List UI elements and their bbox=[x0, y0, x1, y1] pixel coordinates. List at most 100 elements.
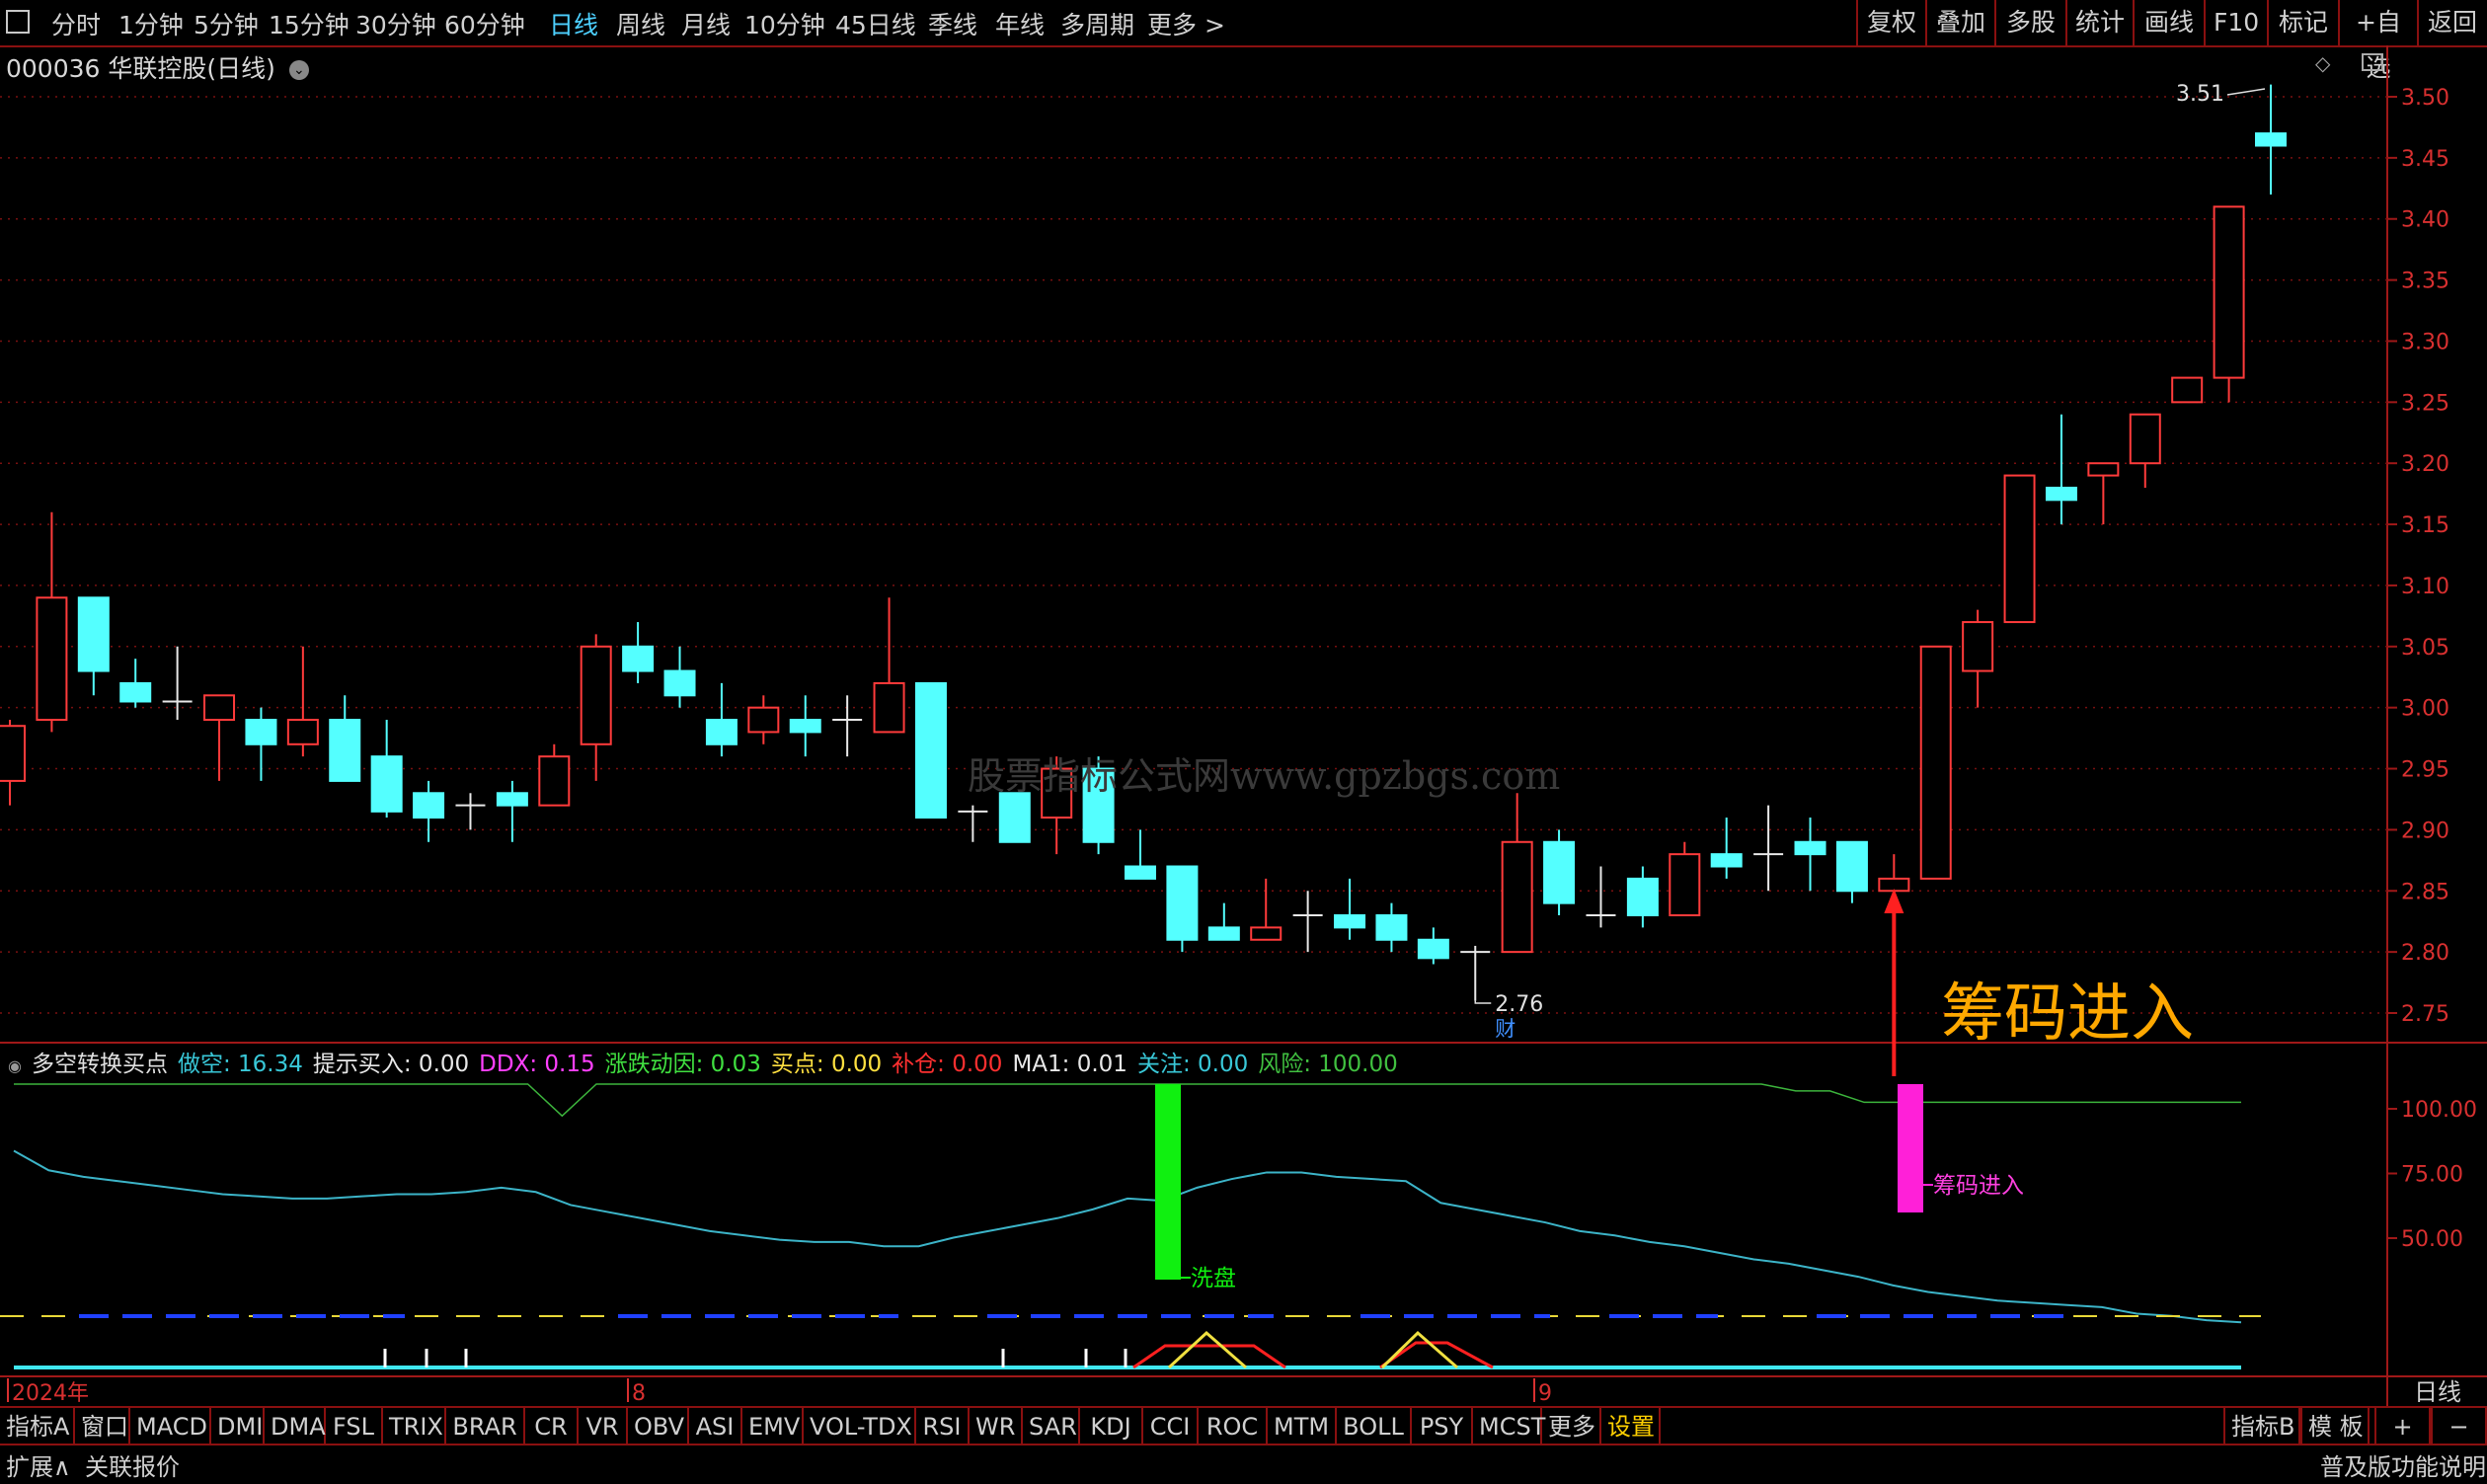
indicator-field: 补仓: 0.00 bbox=[892, 1052, 1003, 1077]
price-tick-label: 2.90 bbox=[2401, 819, 2449, 843]
candle-body bbox=[1166, 865, 1199, 941]
signal-shape bbox=[1167, 1330, 1247, 1369]
candle-body bbox=[705, 719, 738, 745]
indicator-tick-label: 50.00 bbox=[2401, 1227, 2463, 1252]
candle-body bbox=[2087, 462, 2120, 477]
price-tick-label: 2.85 bbox=[2401, 880, 2449, 904]
price-tick-label: 3.45 bbox=[2401, 147, 2449, 172]
indicator-field: 买点: 0.00 bbox=[770, 1052, 883, 1077]
indicator-field: 风险: 100.00 bbox=[1258, 1052, 1398, 1077]
period-label: 日线 bbox=[2414, 1378, 2461, 1406]
signal-shape bbox=[1380, 1330, 1458, 1369]
indicator-tab[interactable]: BRAR bbox=[446, 1408, 525, 1445]
candle-body bbox=[622, 645, 655, 672]
indicator-menu-icon[interactable]: ◉ bbox=[8, 1056, 22, 1075]
indicator-tab[interactable]: DMI bbox=[211, 1408, 265, 1445]
chart-canvas[interactable]: 3.50 3.45 3.40 3.35 3.30 3.25 3.20 3.15 3.10 3.05… bbox=[0, 0, 2487, 1482]
price-tick-label: 3.25 bbox=[2401, 391, 2449, 416]
indicator-field: 提示买入: 0.00 bbox=[312, 1052, 470, 1077]
low-price-label: 2.76 bbox=[1495, 992, 1543, 1017]
indicator-tab[interactable]: FSL bbox=[326, 1408, 383, 1445]
candle-body bbox=[1375, 914, 1408, 941]
price-tick-label: 3.40 bbox=[2401, 208, 2449, 233]
tab-right-button[interactable]: − bbox=[2431, 1408, 2487, 1445]
arrow-head-icon bbox=[1884, 889, 1904, 913]
indicator-tick-label: 100.00 bbox=[2401, 1098, 2477, 1123]
indicator-name[interactable]: 多空转换买点 bbox=[32, 1052, 168, 1077]
candle-body bbox=[77, 596, 110, 672]
indicator-tab[interactable]: MACD bbox=[130, 1408, 211, 1445]
watermark: 股票指标公式网www.gpzbgs.com bbox=[968, 754, 1561, 798]
indicator-tab[interactable]: ASI bbox=[689, 1408, 742, 1445]
tab-right-button[interactable]: + bbox=[2374, 1408, 2431, 1445]
linked-quote-button[interactable]: 关联报价 bbox=[85, 1447, 180, 1482]
tab-right-button[interactable]: 指标B bbox=[2223, 1408, 2300, 1445]
indicator-tab[interactable]: 指标A bbox=[0, 1408, 75, 1445]
date-label-year: 2024年 bbox=[12, 1381, 89, 1406]
price-tick-label: 3.05 bbox=[2401, 636, 2449, 661]
indicator-tab[interactable]: VR bbox=[579, 1408, 628, 1445]
candle-body bbox=[1417, 938, 1449, 960]
indicator-tab[interactable]: DMA bbox=[265, 1408, 326, 1445]
arrow-icon bbox=[2226, 88, 2266, 96]
price-tick-label: 2.80 bbox=[2401, 941, 2449, 966]
candle-body bbox=[119, 681, 152, 703]
indicator-field: 关注: 0.00 bbox=[1136, 1052, 1249, 1077]
indicator-tab[interactable]: 更多 bbox=[1542, 1408, 1601, 1445]
candle-body bbox=[1962, 621, 1994, 672]
candle-body bbox=[1669, 853, 1701, 917]
indicator-tab[interactable]: SAR bbox=[1023, 1408, 1080, 1445]
indicator-tab[interactable]: VOL-TDX bbox=[804, 1408, 916, 1445]
price-tick-label: 3.10 bbox=[2401, 575, 2449, 599]
edition-info-link[interactable]: 普及版功能说明 bbox=[2320, 1447, 2486, 1482]
indicator-tab[interactable]: OBV bbox=[628, 1408, 689, 1445]
price-tick-label: 3.20 bbox=[2401, 452, 2449, 477]
date-label-month: 9 bbox=[1538, 1381, 1552, 1406]
candle-body bbox=[245, 719, 277, 745]
candle-body bbox=[1543, 840, 1576, 904]
candle-body bbox=[370, 755, 403, 813]
chip-bar bbox=[1898, 1084, 1923, 1212]
indicator-tab[interactable]: 窗口 bbox=[75, 1408, 130, 1445]
candle-body bbox=[747, 706, 780, 734]
candle-body bbox=[1794, 840, 1826, 856]
tab-right-button[interactable]: 模 板 bbox=[2300, 1408, 2370, 1445]
indicator-tab[interactable]: CR bbox=[525, 1408, 579, 1445]
indicator-tab[interactable]: CCI bbox=[1143, 1408, 1199, 1445]
indicator-tab[interactable]: TRIX bbox=[383, 1408, 446, 1445]
date-label-month: 8 bbox=[632, 1381, 646, 1406]
indicator-tab[interactable]: 设置 bbox=[1601, 1408, 1661, 1445]
candle-body bbox=[2171, 376, 2204, 404]
financial-report-marker: 财 bbox=[1495, 1017, 1516, 1041]
candle-body bbox=[1250, 926, 1282, 941]
indicator-tab[interactable]: RSI bbox=[916, 1408, 970, 1445]
indicator-tab[interactable]: EMV bbox=[742, 1408, 804, 1445]
price-tick-label: 3.00 bbox=[2401, 697, 2449, 722]
indicator-tab[interactable]: KDJ bbox=[1080, 1408, 1143, 1445]
candle-body bbox=[286, 719, 319, 745]
candle-body bbox=[1710, 853, 1743, 868]
indicator-tabs: 指标A 窗口 MACD DMI DMA FSL TRIX BRAR CR VR OBV ASI EMV V… bbox=[0, 1406, 2487, 1445]
signal-shape bbox=[1132, 1344, 1286, 1369]
price-tick-label: 2.75 bbox=[2401, 1002, 2449, 1027]
indicator-field: MA1: 0.01 bbox=[1012, 1052, 1127, 1077]
indicator-tab[interactable]: MTM bbox=[1268, 1408, 1337, 1445]
candle-body bbox=[1207, 926, 1240, 941]
indicator-tab[interactable]: MCST bbox=[1473, 1408, 1545, 1445]
indicator-tab[interactable]: WR bbox=[970, 1408, 1023, 1445]
candle-body bbox=[329, 719, 361, 782]
candle-body bbox=[36, 596, 68, 722]
expand-button[interactable]: 扩展∧ bbox=[6, 1447, 71, 1482]
candle-body bbox=[1835, 840, 1868, 893]
candle-body bbox=[1626, 877, 1659, 917]
candle-body bbox=[2255, 132, 2287, 147]
indicator-tab[interactable]: ROC bbox=[1199, 1408, 1268, 1445]
candle-body bbox=[998, 792, 1031, 843]
indicator-header: ◉ 多空转换买点 做空: 16.34 提示买入: 0.00 DDX: 0.15 涨跌动因:… bbox=[8, 1045, 1408, 1078]
chip-entry-label: 筹码进入 bbox=[1933, 1173, 2024, 1199]
indicator-tab[interactable]: BOLL bbox=[1337, 1408, 1412, 1445]
arrow-icon bbox=[1474, 1000, 1492, 1004]
indicator-field: 涨跌动因: 0.03 bbox=[604, 1052, 761, 1077]
candle-body bbox=[0, 725, 26, 782]
indicator-tab[interactable]: PSY bbox=[1412, 1408, 1473, 1445]
